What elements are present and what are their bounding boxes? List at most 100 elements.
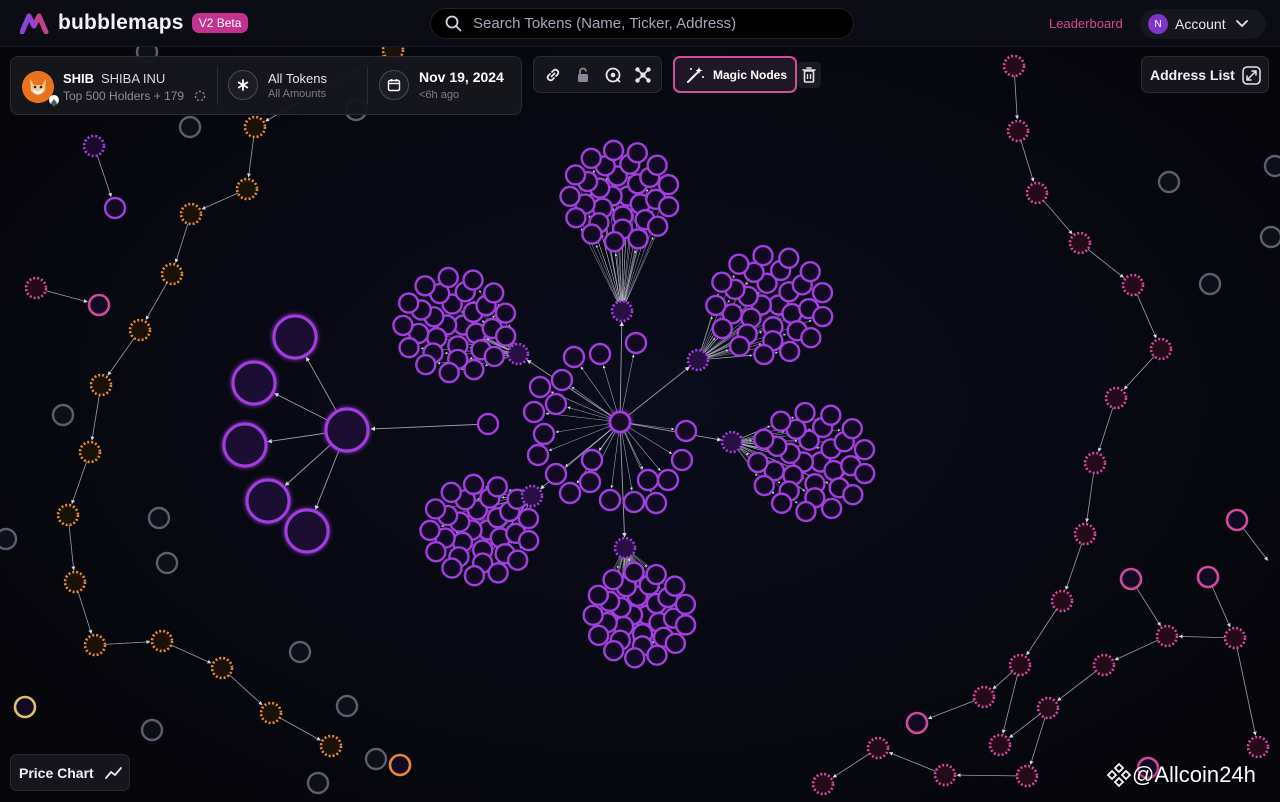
holder-bubble[interactable] (438, 361, 460, 384)
holder-bubble[interactable] (415, 353, 437, 376)
holder-bubble[interactable] (532, 422, 556, 446)
holder-bubble[interactable] (103, 196, 127, 220)
holder-bubble[interactable] (664, 575, 686, 597)
orange-holder-bubble[interactable] (319, 734, 343, 758)
date-picker-button[interactable] (379, 70, 409, 100)
gray-holder-bubble[interactable] (0, 527, 18, 551)
large-holder-bubble[interactable] (284, 508, 330, 554)
pink-holder-bubble[interactable] (24, 276, 48, 300)
holder-bubble[interactable] (674, 593, 697, 616)
holder-bubble[interactable] (799, 260, 821, 283)
holder-bubble[interactable] (559, 185, 581, 208)
app-logo[interactable]: bubblemaps V2 Beta (20, 11, 249, 35)
holder-bubble[interactable] (636, 468, 660, 492)
orange-holder-bubble[interactable] (235, 177, 259, 201)
holder-bubble[interactable] (811, 281, 834, 304)
pink-holder-bubble[interactable] (1223, 626, 1247, 650)
holder-bubble[interactable] (778, 247, 800, 269)
holder-bubble[interactable] (624, 647, 646, 669)
holder-bubble[interactable] (522, 400, 546, 424)
hub-bubble[interactable] (720, 430, 744, 454)
pink-holder-bubble[interactable] (1015, 764, 1039, 788)
gray-holder-bubble[interactable] (1259, 225, 1280, 249)
holders-count[interactable]: Top 500 Holders + 179 (63, 89, 184, 103)
holder-bubble[interactable] (664, 632, 687, 655)
pink-holder-bubble[interactable] (1068, 231, 1092, 255)
lock-icon[interactable] (573, 65, 593, 85)
holder-bubble[interactable] (397, 292, 420, 314)
orange-holder-bubble[interactable] (56, 503, 80, 527)
holder-bubble[interactable] (544, 392, 568, 416)
holder-bubble[interactable] (602, 639, 625, 662)
holder-bubble[interactable] (562, 345, 586, 369)
holder-bubble[interactable] (13, 695, 37, 719)
price-chart-button[interactable]: Price Chart (10, 754, 130, 791)
holder-bubble[interactable] (770, 410, 792, 432)
large-holder-bubble[interactable] (272, 314, 318, 360)
search-bar[interactable] (430, 8, 854, 39)
holder-bubble[interactable] (842, 484, 864, 506)
gray-holder-bubble[interactable] (140, 718, 164, 742)
holder-bubble[interactable] (603, 231, 626, 253)
holder-bubble[interactable] (811, 305, 834, 328)
holder-bubble[interactable] (441, 557, 463, 579)
holder-bubble[interactable] (482, 282, 505, 304)
holder-bubble[interactable] (476, 412, 500, 436)
orange-holder-bubble[interactable] (259, 701, 283, 725)
hub-bubble[interactable] (686, 348, 710, 372)
holder-bubble[interactable] (770, 492, 793, 514)
pink-holder-bubble[interactable] (1008, 653, 1032, 677)
bubble-graph[interactable] (0, 0, 1280, 802)
gray-holder-bubble[interactable] (178, 115, 202, 139)
large-holder-bubble[interactable] (245, 478, 291, 524)
orange-holder-bubble[interactable] (83, 633, 107, 657)
holder-bubble[interactable] (517, 507, 540, 530)
orange-holder-bubble[interactable] (160, 262, 184, 286)
pink-holder-bubble[interactable] (811, 772, 835, 796)
holder-bubble[interactable] (517, 529, 540, 552)
holder-bubble[interactable] (544, 462, 568, 486)
holder-bubble[interactable] (656, 468, 680, 492)
holder-bubble[interactable] (752, 244, 774, 267)
holder-bubble[interactable] (728, 335, 751, 357)
pink-holder-bubble[interactable] (1246, 735, 1270, 759)
holder-bubble[interactable] (494, 302, 517, 324)
holder-bubble[interactable] (670, 448, 694, 472)
holder-bubble[interactable] (645, 563, 667, 586)
large-holder-bubble[interactable] (231, 360, 277, 406)
gray-holder-bubble[interactable] (364, 747, 388, 771)
pink-holder-bubble[interactable] (1155, 624, 1179, 648)
holder-bubble[interactable] (578, 470, 602, 494)
pink-holder-bubble[interactable] (1119, 567, 1143, 591)
hub-bubble[interactable] (610, 299, 634, 323)
holder-bubble[interactable] (487, 562, 509, 584)
pink-holder-bubble[interactable] (905, 711, 929, 735)
holder-bubble[interactable] (587, 584, 610, 606)
holder-bubble[interactable] (657, 173, 680, 196)
holder-bubble[interactable] (747, 451, 769, 474)
holder-bubble[interactable] (494, 325, 517, 347)
holder-bubble[interactable] (602, 569, 624, 591)
holder-bubble[interactable] (587, 624, 610, 647)
holder-bubble[interactable] (853, 462, 876, 485)
holder-bubble[interactable] (462, 473, 485, 496)
holder-bubble[interactable] (753, 343, 775, 366)
pink-holder-bubble[interactable] (972, 685, 996, 709)
gray-holder-bubble[interactable] (335, 694, 359, 718)
link-icon[interactable] (543, 65, 563, 85)
clear-magic-nodes-button[interactable] (797, 62, 821, 88)
holder-bubble[interactable] (800, 327, 822, 349)
pink-holder-bubble[interactable] (1050, 589, 1074, 613)
holder-bubble[interactable] (602, 139, 625, 162)
gray-holder-bubble[interactable] (51, 403, 75, 427)
holder-bubble[interactable] (841, 417, 863, 440)
pink-holder-bubble[interactable] (1104, 386, 1128, 410)
holder-bubble[interactable] (588, 342, 612, 366)
holder-bubble[interactable] (483, 345, 505, 368)
orange-holder-bubble[interactable] (78, 440, 102, 464)
gray-holder-bubble[interactable] (306, 771, 330, 795)
pink-holder-bubble[interactable] (1121, 273, 1145, 297)
account-button[interactable]: N Account (1140, 9, 1266, 39)
hub-bubble[interactable] (520, 484, 544, 508)
holder-bubble[interactable] (580, 448, 604, 472)
